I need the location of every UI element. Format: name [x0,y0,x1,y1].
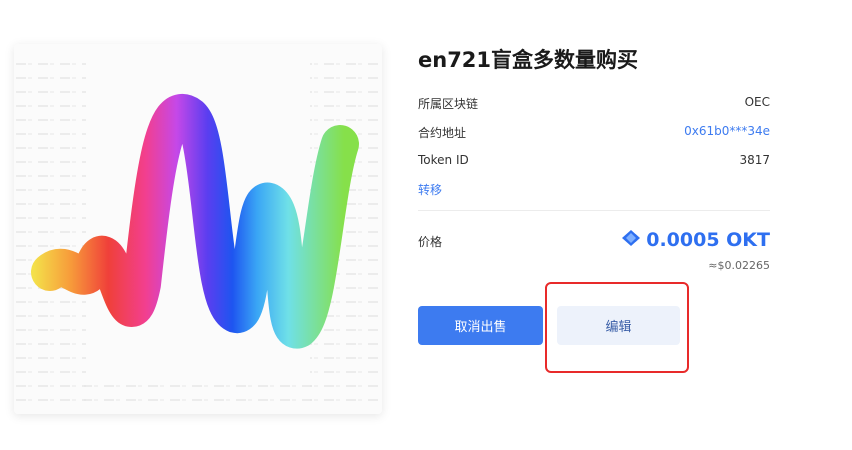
price-display: 0.0005 OKT [622,229,770,251]
transfer-link[interactable]: 转移 [418,181,442,198]
fiat-price: ≈$0.02265 [708,259,770,272]
highlight-box [545,282,689,373]
nft-image[interactable] [14,44,382,414]
chain-value: OEC [744,95,770,109]
page-title: en721盲盒多数量购买 [418,48,639,72]
token-id-value: 3817 [739,153,770,167]
contract-address-link[interactable]: 0x61b0***34e [684,124,770,138]
okt-token-icon [622,230,641,250]
nft-artwork [14,44,382,414]
cancel-sale-button[interactable]: 取消出售 [418,306,543,345]
contract-address-label: 合约地址 [418,126,467,140]
price-value: 0.0005 OKT [646,229,770,251]
chain-label: 所属区块链 [418,97,479,111]
divider [418,210,770,211]
token-id-label: Token ID [418,153,469,167]
price-label: 价格 [418,235,443,249]
